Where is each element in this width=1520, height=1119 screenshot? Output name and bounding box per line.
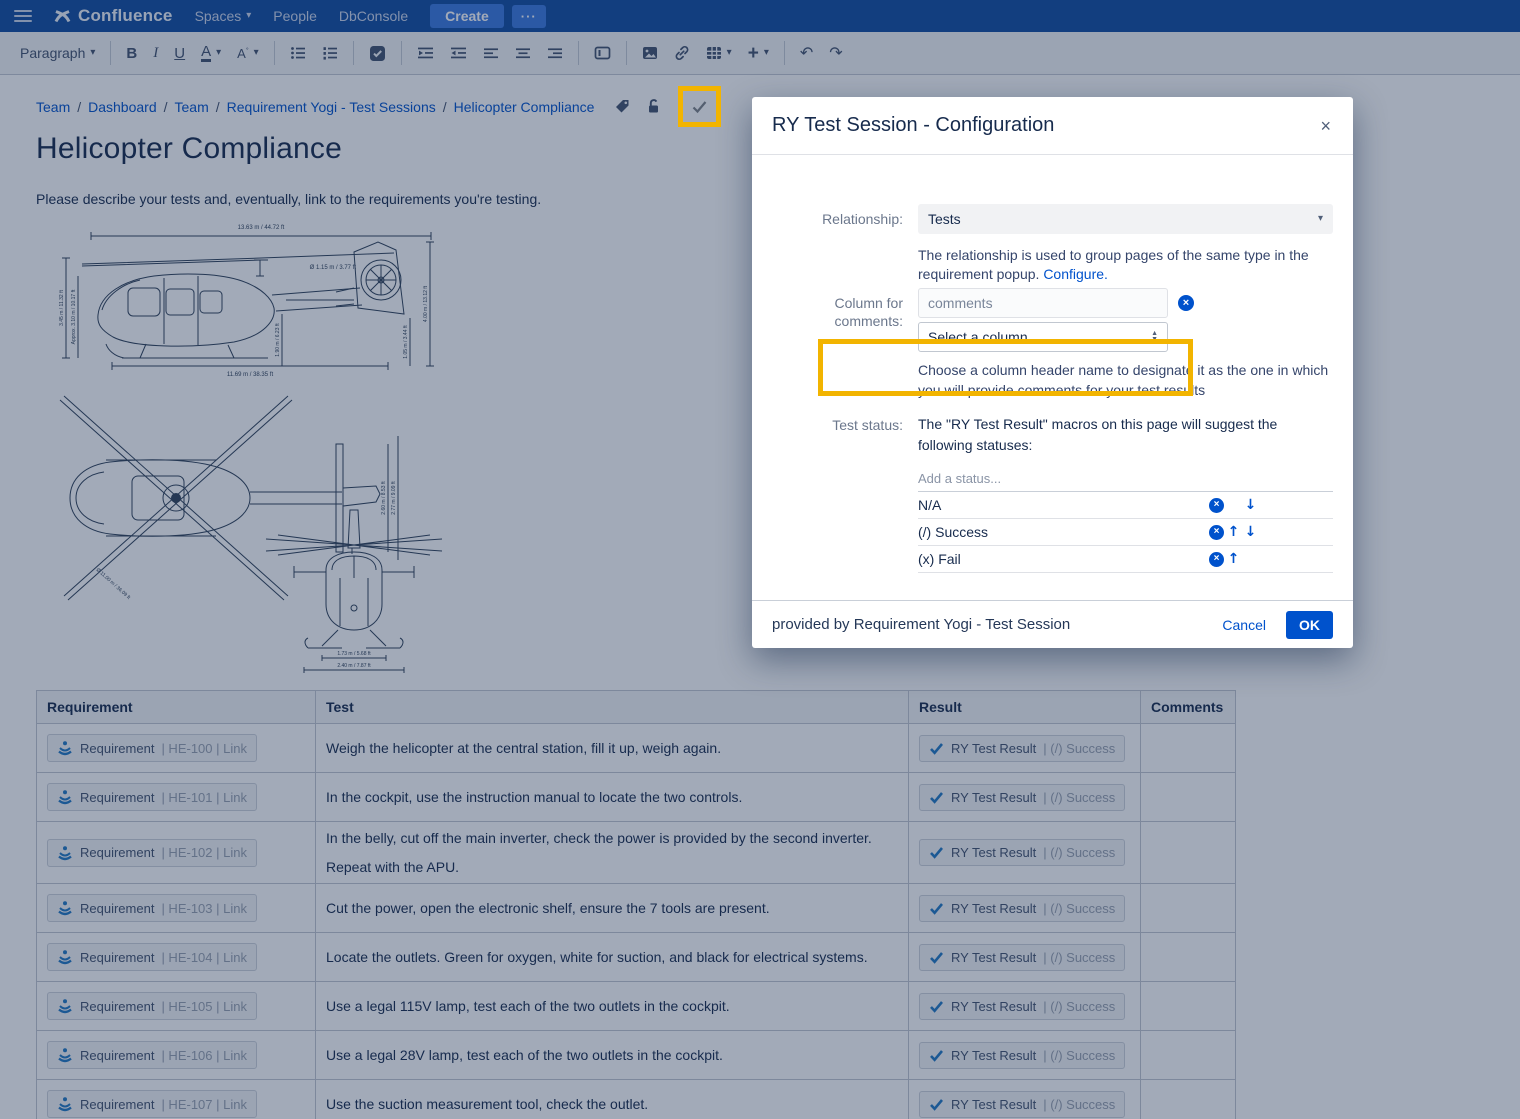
annotation-highlight-box: [678, 86, 721, 127]
close-icon[interactable]: ×: [1320, 117, 1331, 135]
remove-status-icon[interactable]: ×: [1209, 552, 1224, 567]
test-status-label: Test status:: [772, 414, 918, 573]
column-comments-help: Choose a column header name to designate…: [918, 360, 1333, 400]
select-a-column-dropdown[interactable]: Select a column ▲▼: [918, 322, 1168, 352]
status-list: N/A × ↓ (/) Success × ↑ ↓ (x) Fail ×: [918, 467, 1333, 573]
relationship-select[interactable]: Tests ▾: [918, 204, 1333, 234]
remove-status-icon[interactable]: ×: [1209, 525, 1224, 540]
status-row-success: (/) Success × ↑ ↓: [918, 519, 1333, 546]
spinner-icon: ▲▼: [1151, 331, 1158, 343]
add-status-input[interactable]: [918, 467, 1333, 489]
remove-status-icon[interactable]: ×: [1209, 498, 1224, 513]
status-label: N/A: [918, 497, 1208, 513]
dialog-footer: provided by Requirement Yogi - Test Sess…: [752, 600, 1353, 648]
test-status-description: The "RY Test Result" macros on this page…: [918, 414, 1333, 456]
ry-test-session-config-dialog: RY Test Session - Configuration × Relati…: [752, 97, 1353, 648]
comments-column-input[interactable]: [918, 288, 1168, 318]
move-down-icon[interactable]: ↓: [1245, 524, 1257, 540]
move-up-icon[interactable]: ↑: [1228, 524, 1240, 540]
test-status-row: Test status: The "RY Test Result" macros…: [772, 414, 1333, 573]
status-row-na: N/A × ↓: [918, 492, 1333, 519]
resolved-check-icon[interactable]: [691, 98, 708, 115]
select-a-column-value: Select a column: [928, 329, 1028, 345]
column-comments-row: Column for comments: × Select a column ▲…: [772, 288, 1333, 352]
column-comments-label: Column for comments:: [772, 288, 918, 352]
move-up-icon[interactable]: ↑: [1228, 551, 1240, 567]
ok-button[interactable]: OK: [1286, 611, 1333, 639]
status-row-fail: (x) Fail × ↑: [918, 546, 1333, 573]
move-down-icon[interactable]: ↓: [1245, 497, 1257, 513]
configure-link[interactable]: Configure.: [1043, 266, 1108, 282]
cancel-button[interactable]: Cancel: [1222, 617, 1266, 633]
clear-comments-icon[interactable]: ×: [1178, 295, 1194, 311]
provided-by-text: provided by Requirement Yogi - Test Sess…: [772, 616, 1070, 633]
dialog-title: RY Test Session - Configuration: [772, 114, 1054, 137]
relationship-value: Tests: [928, 211, 961, 227]
relationship-label: Relationship:: [772, 210, 918, 228]
dialog-header: RY Test Session - Configuration ×: [752, 97, 1353, 155]
relationship-row: Relationship: Tests ▾: [772, 204, 1333, 234]
status-label: (/) Success: [918, 524, 1208, 540]
status-label: (x) Fail: [918, 551, 1208, 567]
dialog-body: Relationship: Tests ▾ The relationship i…: [752, 155, 1353, 600]
chevron-down-icon: ▾: [1318, 214, 1323, 224]
relationship-help: The relationship is used to group pages …: [918, 246, 1333, 284]
